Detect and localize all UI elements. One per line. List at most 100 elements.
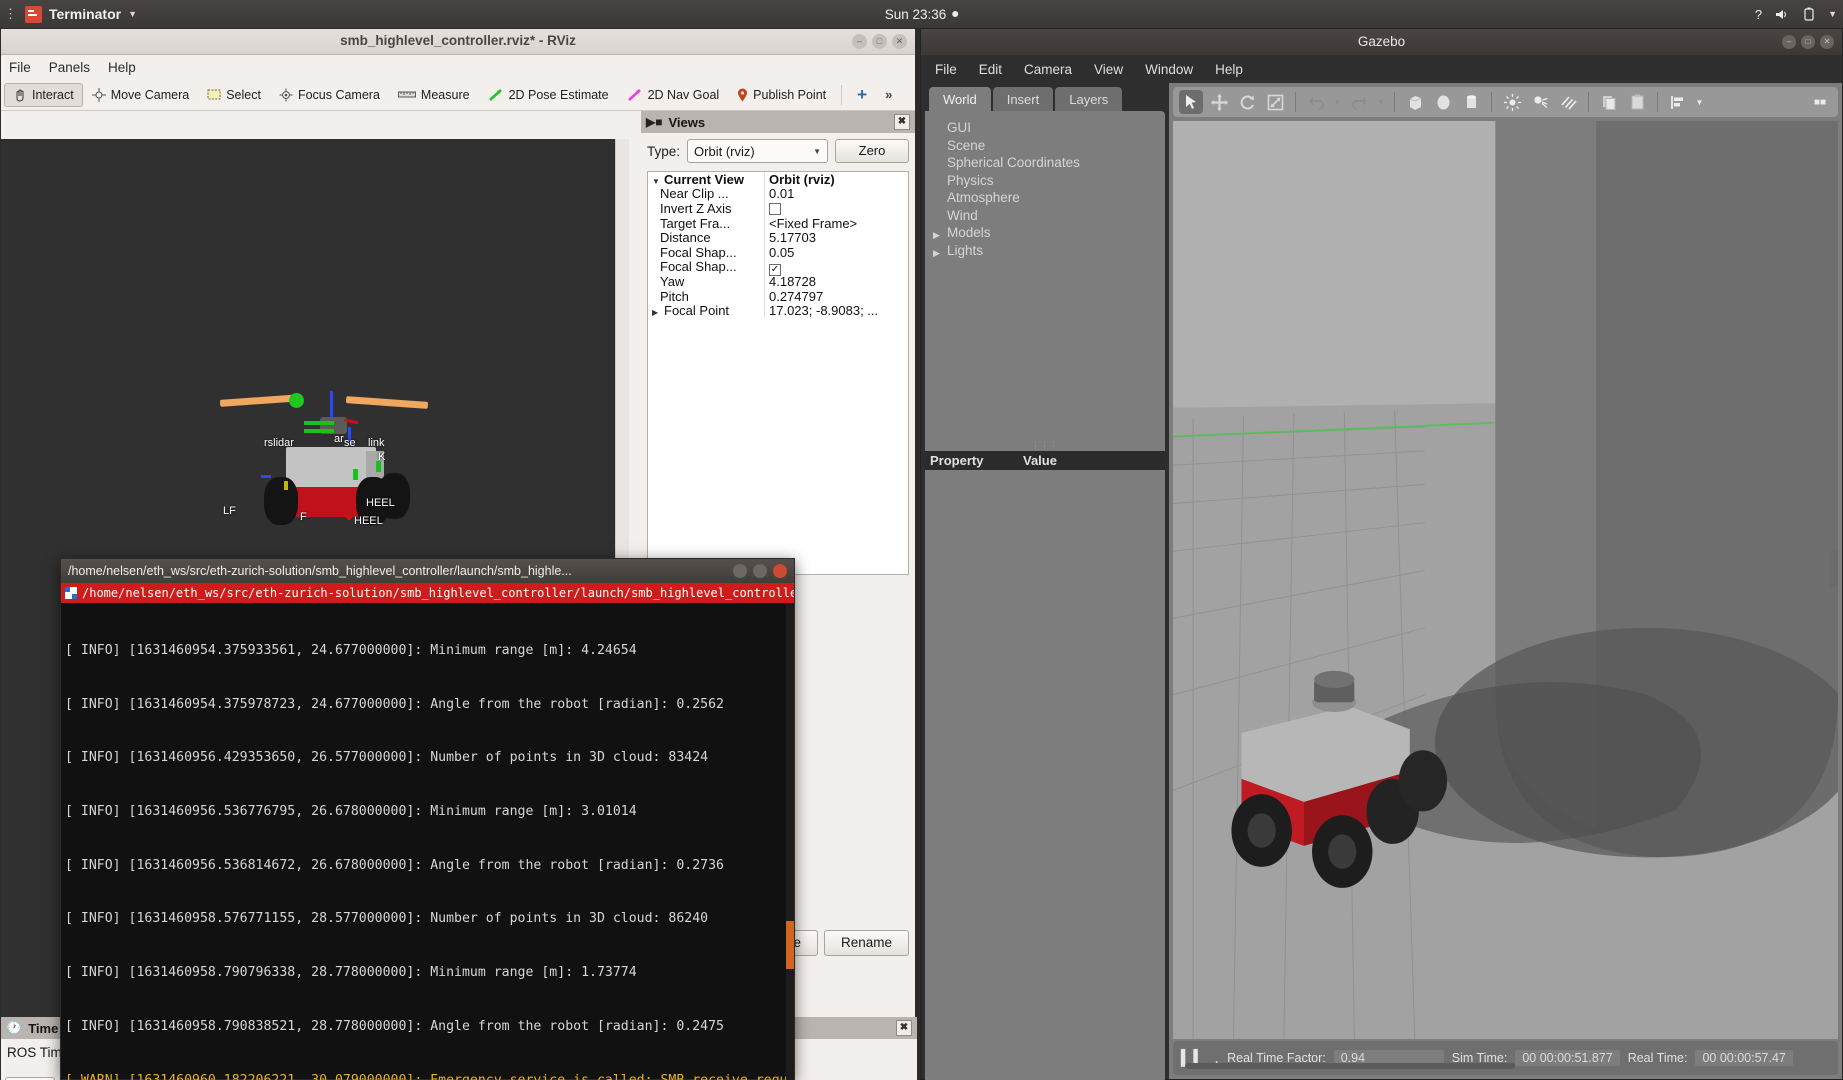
- table-row[interactable]: Pitch 0.274797: [648, 288, 908, 304]
- property-value[interactable]: 4.18728: [764, 273, 908, 289]
- tool-2d-nav-goal[interactable]: 2D Nav Goal: [618, 83, 729, 107]
- gz-menu-camera[interactable]: Camera: [1024, 62, 1072, 77]
- point-light-icon[interactable]: [1500, 90, 1524, 114]
- gz-menu-window[interactable]: Window: [1145, 62, 1193, 77]
- box-icon[interactable]: [1403, 90, 1427, 114]
- terminal-minimize-button[interactable]: [733, 564, 747, 578]
- tool-2d-pose-estimate[interactable]: 2D Pose Estimate: [479, 83, 618, 107]
- menu-help[interactable]: Help: [108, 60, 136, 75]
- expander-icon[interactable]: ▶: [933, 245, 940, 263]
- tree-item-scene[interactable]: Scene: [947, 137, 1165, 155]
- terminal-scrollbar-thumb[interactable]: [786, 921, 794, 969]
- expander-icon[interactable]: ▶: [652, 308, 664, 317]
- select-arrow-icon[interactable]: [1179, 90, 1203, 114]
- table-row[interactable]: ▶ Focal Point 17.023; -8.9083; ...: [648, 303, 908, 319]
- undo-icon[interactable]: [1304, 90, 1328, 114]
- redo-dropdown-icon[interactable]: ▼: [1375, 90, 1386, 114]
- indicator-chevron-icon[interactable]: ▼: [1828, 9, 1837, 19]
- tool-focus-camera[interactable]: Focus Camera: [270, 83, 389, 107]
- tool-select[interactable]: Select: [198, 83, 270, 107]
- tree-item-gui[interactable]: GUI: [947, 119, 1165, 137]
- tab-layers[interactable]: Layers: [1055, 87, 1123, 111]
- property-value[interactable]: [764, 200, 908, 216]
- tree-item-atmosphere[interactable]: Atmosphere: [947, 189, 1165, 207]
- chevron-down-icon[interactable]: ▼: [128, 9, 137, 19]
- copy-icon[interactable]: [1597, 90, 1621, 114]
- help-icon[interactable]: ?: [1755, 7, 1762, 22]
- sphere-icon[interactable]: [1431, 90, 1455, 114]
- translate-icon[interactable]: [1207, 90, 1231, 114]
- minimize-button[interactable]: –: [852, 34, 867, 49]
- minimize-button[interactable]: –: [1782, 35, 1796, 49]
- scale-icon[interactable]: [1263, 90, 1287, 114]
- terminal-close-button[interactable]: [773, 564, 787, 578]
- views-close-icon[interactable]: ✖: [894, 114, 910, 130]
- menu-file[interactable]: File: [9, 60, 31, 75]
- tree-item-wind[interactable]: Wind: [947, 207, 1165, 225]
- terminal-maximize-button[interactable]: [753, 564, 767, 578]
- property-value[interactable]: 0.01: [764, 186, 908, 202]
- close-button[interactable]: ✕: [1820, 35, 1834, 49]
- tree-item-spherical-coordinates[interactable]: Spherical Coordinates: [947, 154, 1165, 172]
- undo-dropdown-icon[interactable]: ▼: [1332, 90, 1343, 114]
- close-button[interactable]: ✕: [892, 34, 907, 49]
- property-value[interactable]: 17.023; -8.9083; ...: [764, 303, 908, 319]
- tool-interact[interactable]: Interact: [4, 82, 83, 107]
- zero-button[interactable]: Zero: [835, 139, 909, 163]
- world-tree[interactable]: GUI Scene Spherical Coordinates Physics …: [925, 111, 1165, 441]
- views-property-table[interactable]: ▼ Current View Orbit (rviz) Near Clip ...…: [647, 171, 909, 575]
- table-row[interactable]: Focal Shap... ✓: [648, 257, 908, 276]
- spot-light-icon[interactable]: [1528, 90, 1552, 114]
- gz-menu-edit[interactable]: Edit: [979, 62, 1002, 77]
- property-value[interactable]: <Fixed Frame>: [764, 215, 908, 231]
- tool-publish-point[interactable]: Publish Point: [728, 83, 835, 107]
- time-close-icon[interactable]: ✖: [896, 1020, 912, 1036]
- rotate-icon[interactable]: [1235, 90, 1259, 114]
- snap-icon[interactable]: ■■: [1808, 90, 1832, 114]
- volume-icon[interactable]: [1775, 8, 1790, 21]
- maximize-button[interactable]: □: [872, 34, 887, 49]
- terminal-scrollbar[interactable]: [786, 603, 794, 1080]
- property-value[interactable]: 5.17703: [764, 230, 908, 246]
- cylinder-icon[interactable]: [1459, 90, 1483, 114]
- views-type-select[interactable]: Orbit (rviz) ▼: [687, 139, 828, 163]
- add-tool-button[interactable]: +: [848, 83, 876, 107]
- tool-measure[interactable]: Measure: [389, 83, 479, 107]
- tree-item-physics[interactable]: Physics: [947, 172, 1165, 190]
- directional-light-icon[interactable]: [1556, 90, 1580, 114]
- terminal-tab[interactable]: /home/nelsen/eth_ws/src/eth-zurich-solut…: [61, 583, 794, 603]
- tree-item-models[interactable]: ▶ Models: [933, 224, 1165, 242]
- toolbar-overflow-button[interactable]: »: [876, 82, 901, 107]
- align-dropdown-icon[interactable]: ▼: [1694, 90, 1705, 114]
- gz-menu-view[interactable]: View: [1094, 62, 1123, 77]
- tab-insert[interactable]: Insert: [992, 87, 1054, 111]
- table-row[interactable]: Invert Z Axis: [648, 200, 908, 216]
- expander-icon[interactable]: ▼: [652, 177, 664, 186]
- checkbox-unchecked[interactable]: [769, 202, 781, 215]
- power-icon[interactable]: [1803, 7, 1815, 21]
- table-row[interactable]: Target Fra... <Fixed Frame>: [648, 215, 908, 231]
- menu-panels[interactable]: Panels: [49, 60, 90, 75]
- property-value[interactable]: 0.274797: [764, 288, 908, 304]
- redo-icon[interactable]: [1347, 90, 1371, 114]
- table-row[interactable]: ▼ Current View Orbit (rviz): [648, 172, 908, 187]
- table-row[interactable]: Yaw 4.18728: [648, 273, 908, 289]
- gazebo-3d-viewport[interactable]: [1173, 121, 1838, 1039]
- table-row[interactable]: Near Clip ... 0.01: [648, 186, 908, 202]
- maximize-button[interactable]: □: [1801, 35, 1815, 49]
- rename-button[interactable]: Rename: [823, 930, 909, 956]
- table-row[interactable]: Distance 5.17703: [648, 230, 908, 246]
- tool-move-camera[interactable]: Move Camera: [83, 83, 199, 107]
- expander-icon[interactable]: ▶: [933, 227, 940, 245]
- tab-world[interactable]: World: [929, 87, 991, 111]
- gz-menu-file[interactable]: File: [935, 62, 957, 77]
- clock-area[interactable]: Sun 23:36: [885, 0, 959, 28]
- active-app-name[interactable]: Terminator: [49, 6, 121, 22]
- panel-splitter[interactable]: ⋮⋮⋮: [925, 441, 1165, 451]
- tree-item-lights[interactable]: ▶ Lights: [933, 242, 1165, 260]
- terminal-output[interactable]: [ INFO] [1631460954.375933561, 24.677000…: [61, 603, 794, 1080]
- viewport-resize-handle[interactable]: [1830, 551, 1838, 587]
- property-value-body[interactable]: [925, 470, 1165, 1080]
- gz-menu-help[interactable]: Help: [1215, 62, 1243, 77]
- paste-icon[interactable]: [1625, 90, 1649, 114]
